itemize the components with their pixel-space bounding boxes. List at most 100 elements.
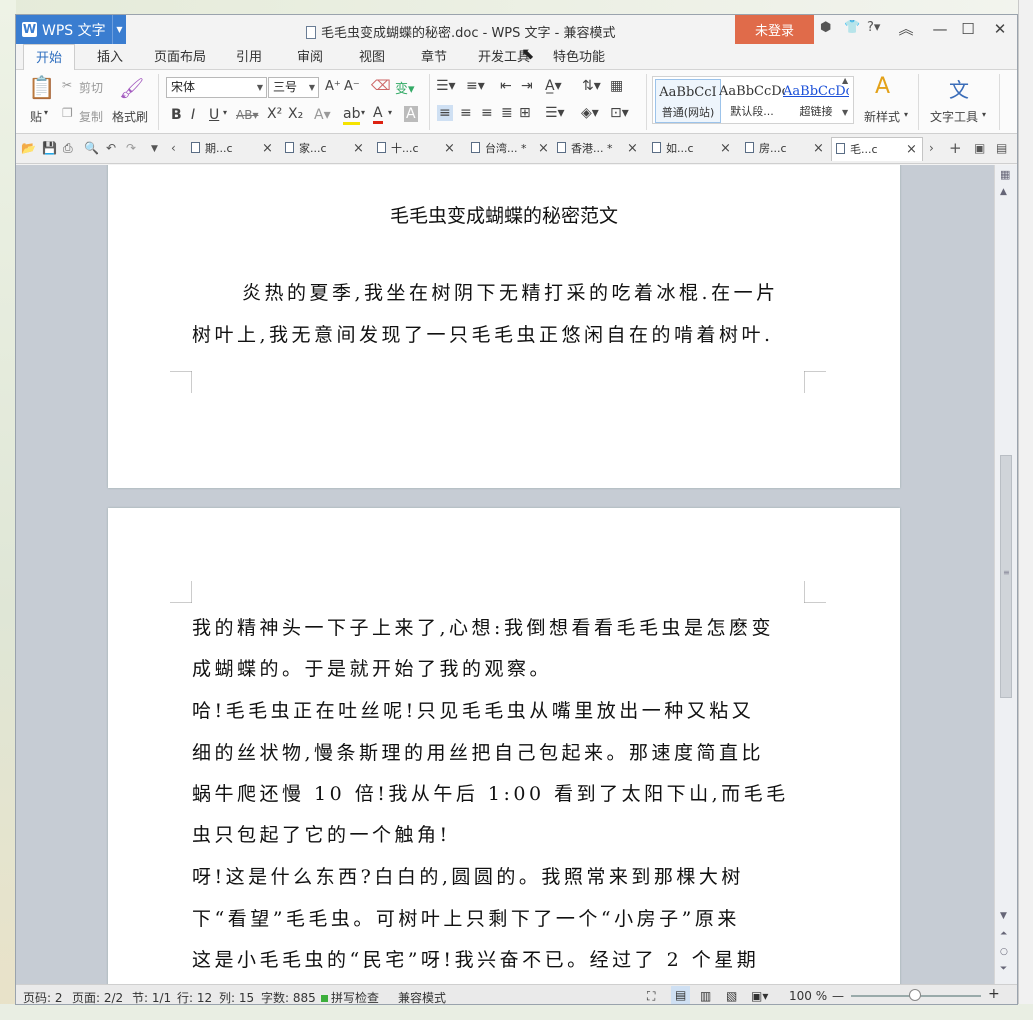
close-tab-icon[interactable]: × <box>720 137 731 161</box>
paragraph-line[interactable]: 细的丝状物,慢条斯理的用丝把自己包起来。那速度简直比 <box>192 738 812 765</box>
print-preview-icon[interactable]: 🔍 <box>84 141 99 155</box>
clear-format-icon[interactable]: ⌫ <box>371 78 391 94</box>
copy-icon[interactable]: ❐ <box>62 106 73 120</box>
align-center-icon[interactable]: ≡ <box>460 105 472 121</box>
bold-icon[interactable]: B <box>171 107 182 123</box>
paragraph-line[interactable]: 哈!毛毛虫正在吐丝呢!只见毛毛虫从嘴里放出一种又粘又 <box>192 696 812 723</box>
undo-icon[interactable]: ↶ <box>106 141 116 155</box>
paragraph-line[interactable]: 成蝴蝶的。于是就开始了我的观察。 <box>192 654 812 681</box>
bullet-list-icon[interactable]: ☰▾ <box>436 78 456 94</box>
zoom-out-icon[interactable]: — <box>832 989 844 1003</box>
align-left-icon[interactable]: ≡ <box>437 105 453 121</box>
pinyin-icon[interactable]: 变▾ <box>395 78 415 97</box>
scroll-thumb[interactable]: ≡ <box>1000 455 1012 698</box>
tab-view[interactable]: 视图 <box>350 44 394 70</box>
borders-icon[interactable]: ⊡▾ <box>610 105 629 121</box>
paragraph-line[interactable]: 炎热的夏季,我坐在树阴下无精打采的吃着冰棍.在一片 <box>242 278 862 305</box>
tab-options-icon[interactable]: ▤ <box>996 141 1007 155</box>
chevron-down-icon[interactable]: ▾ <box>44 108 48 117</box>
scissors-icon[interactable]: ✂ <box>62 78 72 92</box>
browse-object-icon[interactable]: ○ <box>1000 947 1008 957</box>
grow-font-icon[interactable]: A⁺ <box>325 79 341 94</box>
copy-button[interactable]: 复制 <box>79 108 103 125</box>
style-normal-web[interactable]: AaBbCcI 普通(网站) <box>655 79 721 123</box>
login-button[interactable]: 未登录 <box>735 15 814 44</box>
italic-icon[interactable]: I <box>191 107 195 123</box>
tab-chapter[interactable]: 章节 <box>412 44 456 70</box>
format-painter-icon[interactable]: 🖌 <box>119 76 144 100</box>
chevron-down-icon[interactable]: ▼ <box>151 144 158 154</box>
gallery-more-icon[interactable]: ▼ <box>842 108 848 117</box>
close-tab-icon[interactable]: × <box>262 137 273 161</box>
shading-icon[interactable]: ◈▾ <box>581 105 599 121</box>
paragraph-line[interactable]: 这是小毛毛虫的“民宅”呀!我兴奋不已。经过了 2 个星期 <box>192 945 812 972</box>
zoom-level[interactable]: 100 % <box>789 989 827 1003</box>
tab-insert[interactable]: 插入 <box>88 44 132 70</box>
close-tab-icon[interactable]: × <box>813 137 824 161</box>
minimize-button[interactable]: — <box>926 18 954 40</box>
new-tab-icon[interactable]: + <box>949 139 962 157</box>
print-icon[interactable]: ⎙ <box>63 141 73 156</box>
strikethrough-icon[interactable]: AB▾ <box>236 108 258 122</box>
paste-button[interactable]: 贴 <box>30 108 42 125</box>
increase-indent-icon[interactable]: ⇥ <box>521 78 533 94</box>
chevron-down-icon[interactable]: ▾ <box>904 110 908 119</box>
paste-icon[interactable]: 📋 <box>28 76 55 101</box>
tab-list-icon[interactable]: ▣ <box>974 141 985 155</box>
full-screen-icon[interactable]: ⛶ <box>647 989 655 1004</box>
underline-icon[interactable]: U <box>209 107 219 123</box>
text-tools-button[interactable]: 文字工具 <box>930 108 978 125</box>
maximize-button[interactable]: ☐ <box>954 18 982 40</box>
doc-tab-active[interactable]: 毛...c × <box>831 137 923 161</box>
ruler-toggle-icon[interactable]: ▦ <box>1000 168 1010 181</box>
new-style-icon[interactable]: A <box>875 74 890 99</box>
previous-page-icon[interactable]: ⏶ <box>1000 929 1007 939</box>
spell-check-toggle[interactable]: 拼写检查 <box>321 989 379 1004</box>
scroll-up-icon[interactable]: ▲ <box>1000 187 1007 197</box>
close-tab-icon[interactable]: × <box>538 137 549 161</box>
close-tab-icon[interactable]: × <box>906 138 917 162</box>
subscript-icon[interactable]: X₂ <box>288 106 303 122</box>
zoom-in-icon[interactable]: + <box>988 986 1000 1002</box>
distribute-icon[interactable]: ⊞ <box>519 105 531 121</box>
format-painter-button[interactable]: 格式刷 <box>112 108 148 125</box>
text-effect-icon[interactable]: A▾ <box>314 107 331 123</box>
scroll-down-icon[interactable]: ▼ <box>1000 911 1007 921</box>
table-icon[interactable]: ▦ <box>610 78 623 94</box>
line-spacing-icon[interactable]: ☰▾ <box>545 105 565 121</box>
shrink-font-icon[interactable]: A⁻ <box>344 79 360 94</box>
document-title[interactable]: 毛毛虫变成蝴蝶的秘密范文 <box>108 201 900 228</box>
chevron-down-icon[interactable]: ▾ <box>982 110 986 119</box>
chevron-down-icon[interactable]: ▼ <box>112 15 126 44</box>
justify-icon[interactable]: ≣ <box>501 105 513 121</box>
align-right-icon[interactable]: ≡ <box>481 105 493 121</box>
highlight-icon[interactable]: ab <box>343 106 361 125</box>
cut-button[interactable]: 剪切 <box>79 79 103 96</box>
paragraph-line[interactable]: 虫只包起了它的一个触角! <box>192 820 812 847</box>
doc-tab[interactable]: 房...c × <box>741 137 826 161</box>
tab-home[interactable]: 开始 <box>23 44 75 70</box>
doc-tab[interactable]: 台湾... * × <box>467 137 552 161</box>
doc-tab[interactable]: 家...c × <box>281 137 366 161</box>
tab-review[interactable]: 审阅 <box>288 44 332 70</box>
vertical-scrollbar[interactable]: ▦ ▲ ≡ ▼ ⏶ ○ ⏷ <box>994 165 1017 984</box>
paragraph-line[interactable]: 下“看望”毛毛虫。可树叶上只剩下了一个“小房子”原来 <box>192 904 812 931</box>
chevron-down-icon[interactable]: ▾ <box>223 108 227 117</box>
numbered-list-icon[interactable]: ≡▾ <box>466 78 485 94</box>
paragraph-line[interactable]: 蜗牛爬还慢 10 倍!我从午后 1:00 看到了太阳下山,而毛毛 <box>192 779 812 806</box>
char-shading-icon[interactable]: A <box>404 106 418 122</box>
close-tab-icon[interactable]: × <box>353 137 364 161</box>
style-hyperlink[interactable]: AaBbCcDc 超链接 <box>783 79 849 123</box>
font-color-icon[interactable]: A <box>373 105 383 124</box>
help-icon[interactable]: ?▾ <box>867 20 880 35</box>
chevron-down-icon[interactable]: ▾ <box>361 108 365 117</box>
doc-tab[interactable]: 如...c × <box>648 137 733 161</box>
redo-icon[interactable]: ↷ <box>126 141 136 155</box>
chevron-down-icon[interactable]: ▾ <box>388 108 392 117</box>
doc-tab[interactable]: 期...c × <box>187 137 273 161</box>
style-default-paragraph[interactable]: AaBbCcDc 默认段... <box>719 79 785 123</box>
new-style-button[interactable]: 新样式 <box>864 108 900 125</box>
save-icon[interactable]: 💾 <box>42 141 57 155</box>
doc-tab[interactable]: 十...c × <box>373 137 458 161</box>
tab-scroll-right-icon[interactable]: › <box>929 141 934 155</box>
